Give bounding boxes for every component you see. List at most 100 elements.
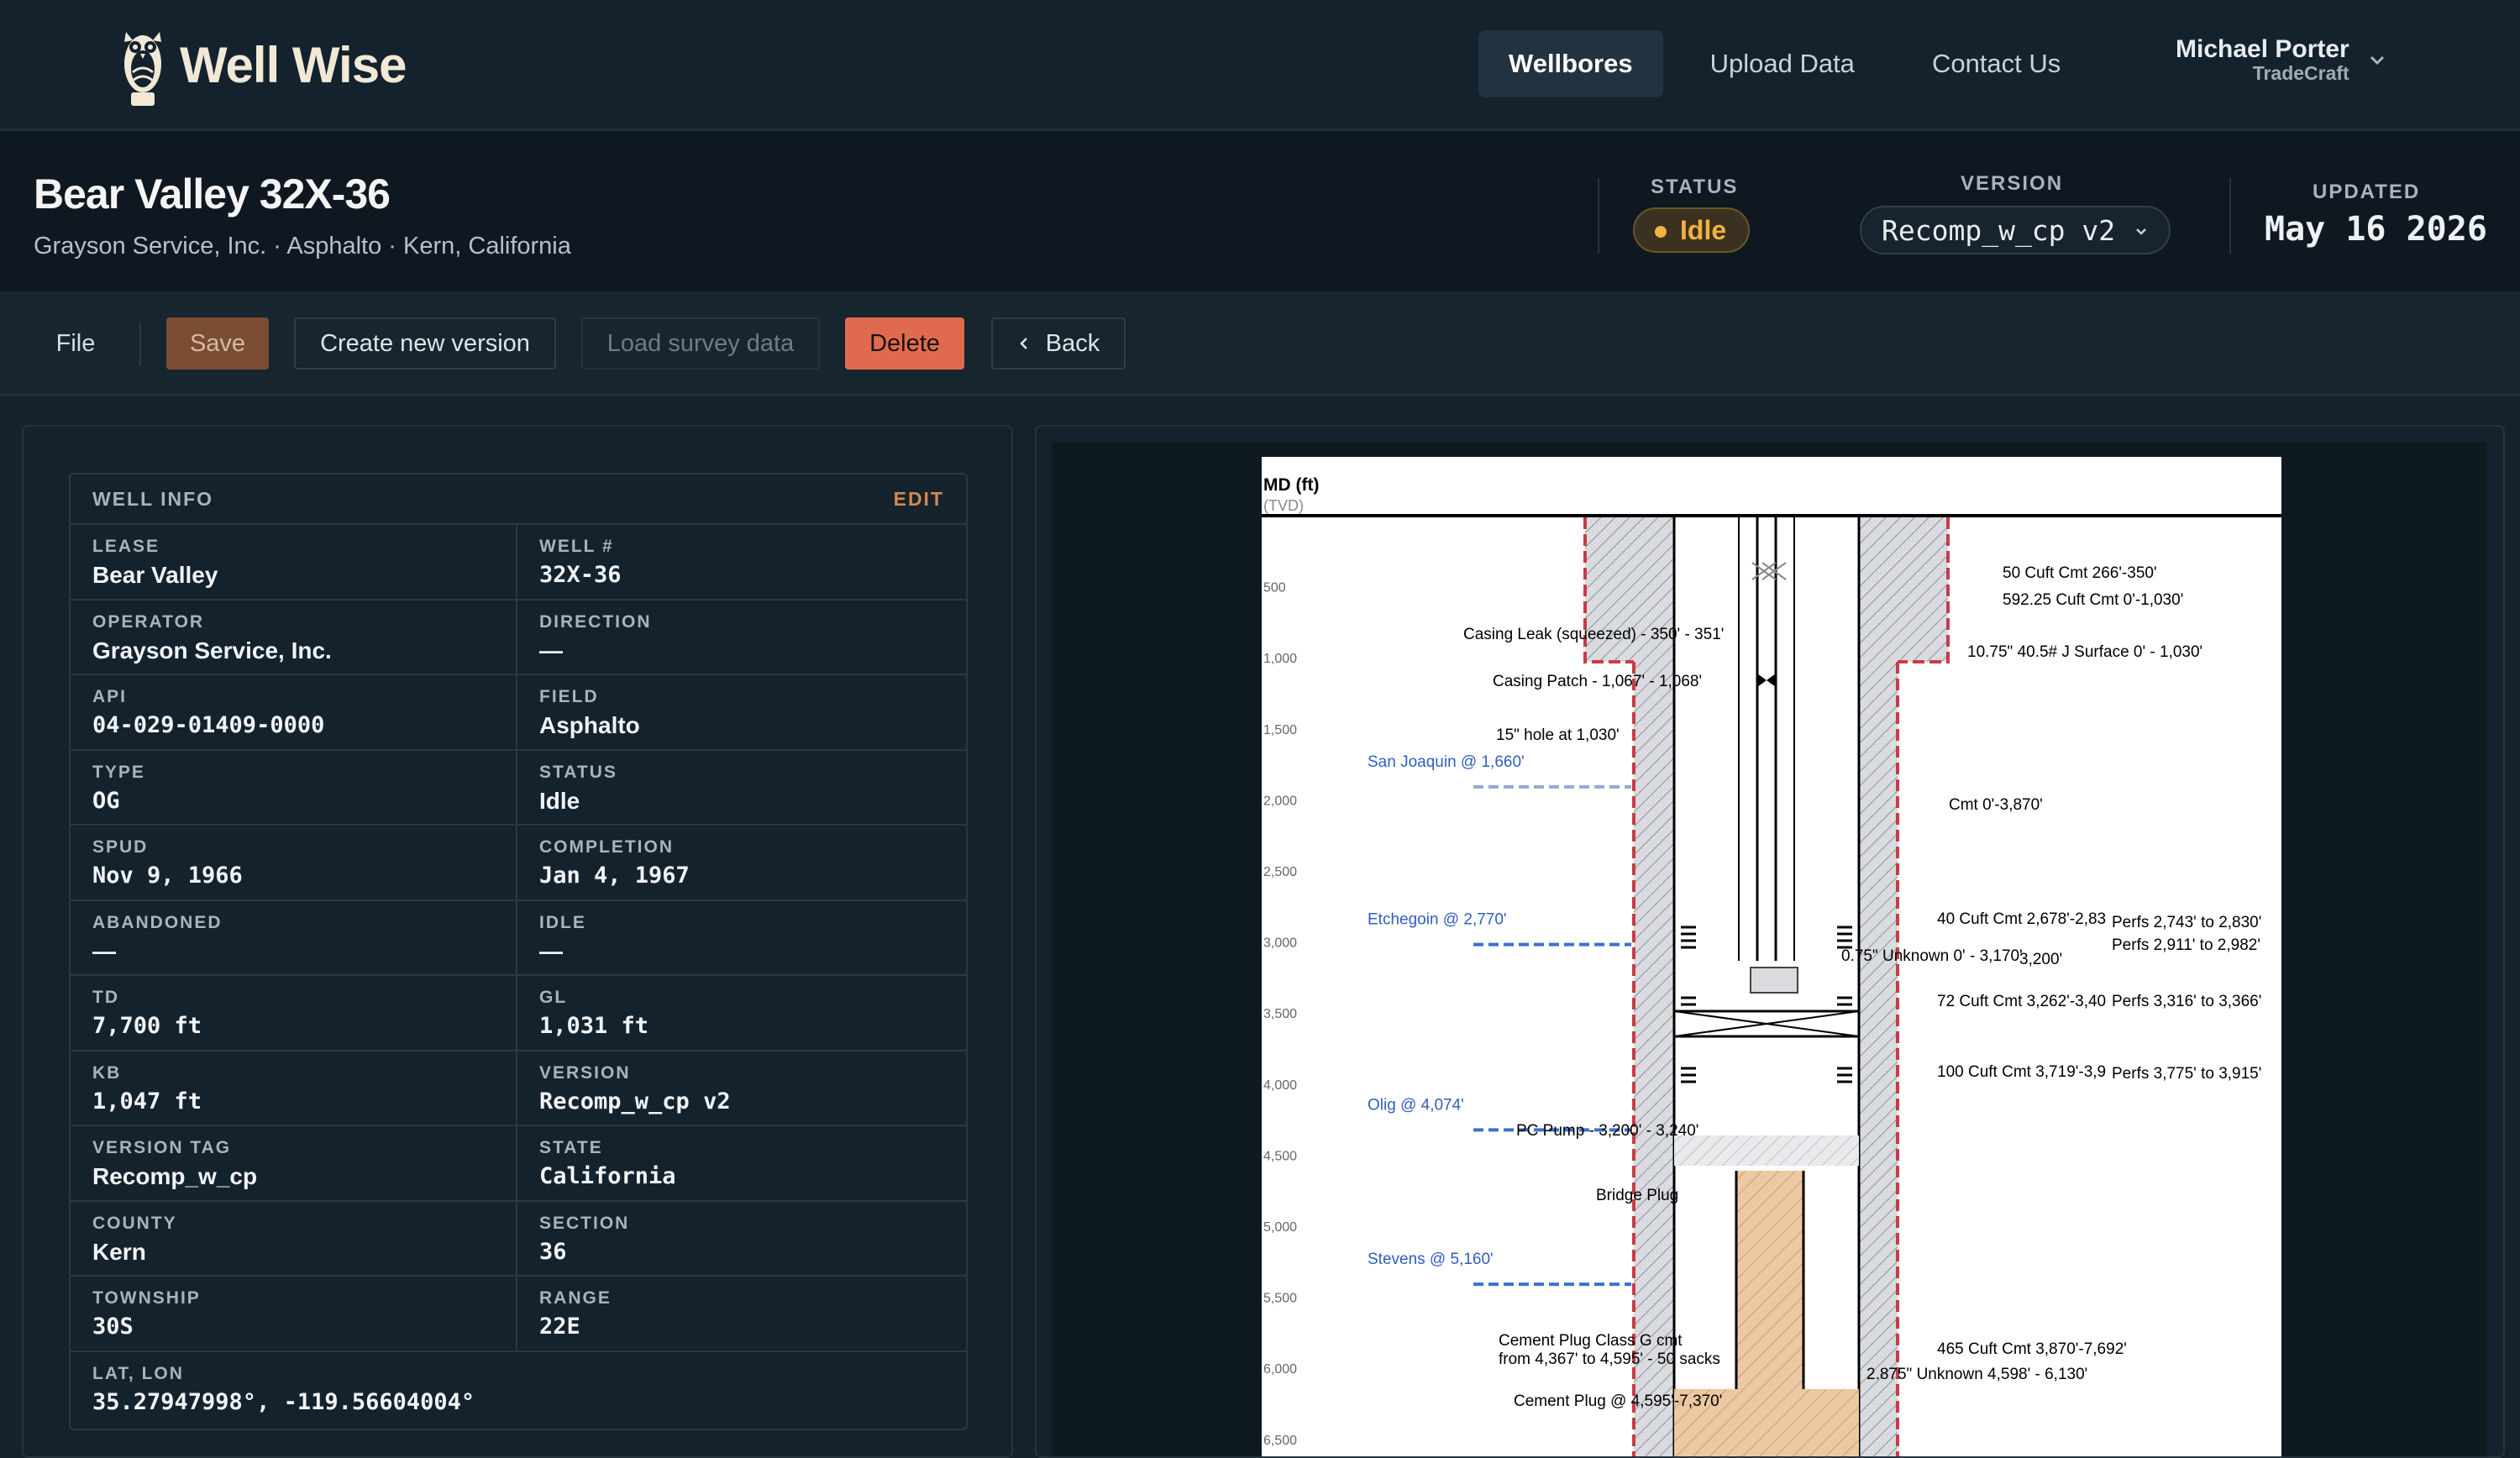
field-value: 7,700 ft — [92, 1013, 202, 1039]
formation-label: Stevens @ 5,160' — [1368, 1251, 1494, 1268]
well-info-header: WELL INFO EDIT — [71, 475, 966, 525]
axis-subtitle: (TVD) — [1263, 497, 1304, 514]
field-value: OG — [92, 787, 120, 814]
back-label: Back — [1045, 329, 1100, 357]
pc-pump — [1674, 1135, 1859, 1166]
depth-tick-label: 1,500 — [1263, 723, 1297, 737]
file-menu-button[interactable]: File — [34, 317, 118, 370]
well-info-field: STATUS Idle — [517, 751, 966, 826]
field-value: Asphalto — [539, 712, 640, 738]
nav-contact-us[interactable]: Contact Us — [1902, 30, 2091, 97]
updated-label: UPDATED — [2313, 181, 2421, 203]
main-nav: Wellbores Upload Data Contact Us — [1478, 30, 2091, 97]
chevron-down-icon[interactable] — [2367, 50, 2387, 71]
annotation-right-5: Perfs 2,743' to 2,830' — [2112, 914, 2261, 931]
depth-tick-label: 500 — [1263, 581, 1286, 595]
well-info-field: DIRECTION — — [517, 601, 966, 675]
annotation-cement-plug-range: from 4,367' to 4,595' - 50 sacks — [1499, 1350, 1720, 1368]
well-info-field: OPERATOR Grayson Service, Inc. — [71, 600, 517, 675]
field-label: VERSION TAG — [92, 1138, 232, 1157]
well-info-field: RANGE 22E — [517, 1277, 966, 1352]
toolbar: File Save Create new version Load survey… — [0, 291, 2520, 396]
annotation-casing-leak: Casing Leak (squeezed) - 350' - 351' — [1463, 626, 1724, 643]
annotation-cement-plug-lower: Cement Plug @ 4,595'-7,370' — [1514, 1392, 1722, 1410]
well-info-field: VERSION Recomp_w_cp v2 — [517, 1052, 966, 1126]
well-info-field: ABANDONED — — [71, 900, 517, 976]
user-name: Michael Porter — [2176, 35, 2349, 63]
well-info-field: WELL # 32X-36 — [517, 525, 966, 601]
annotation-right-2: 10.75" 40.5# J Surface 0' - 1,030' — [1967, 643, 2202, 661]
perforations — [1681, 926, 1852, 1083]
field-label: WELL # — [539, 537, 614, 556]
save-button[interactable]: Save — [166, 317, 269, 370]
nav-wellbores[interactable]: Wellbores — [1478, 30, 1663, 97]
field-label: VERSION — [539, 1062, 631, 1083]
depth-tick-label: 4,000 — [1263, 1078, 1297, 1093]
field-label: ABANDONED — [92, 912, 223, 932]
create-new-version-button[interactable]: Create new version — [294, 317, 556, 370]
user-org: TradeCraft — [2252, 62, 2349, 84]
annotation-right-9: 72 Cuft Cmt 3,262'-3,40 — [1937, 993, 2106, 1010]
depth-tick-label: 4,500 — [1263, 1149, 1297, 1163]
annotation-right-10: Perfs 3,316' to 3,366' — [2112, 993, 2261, 1010]
well-info-field: COMPLETION Jan 4, 1967 — [517, 826, 966, 901]
field-value: — — [539, 937, 563, 964]
well-info-latlon: LAT, LON 35.27947998°, -119.56604004° — [71, 1352, 966, 1428]
field-value: Recomp_w_cp v2 — [539, 1088, 731, 1114]
depth-tick-label: 1,000 — [1263, 652, 1297, 666]
nav-upload-data[interactable]: Upload Data — [1680, 30, 1885, 97]
field-value: 35.27947998°, -119.56604004° — [92, 1388, 475, 1415]
well-info-panel: WELL INFO EDIT LEASE Bear Valley WELL # 32X… — [22, 425, 1013, 1458]
field-value: Recomp_w_cp — [92, 1163, 258, 1189]
back-button[interactable]: Back — [991, 317, 1126, 370]
edit-well-info-button[interactable]: EDIT — [894, 488, 944, 511]
well-info-field: TOWNSHIP 30S — [71, 1277, 517, 1352]
owl-icon — [124, 32, 161, 106]
annotation-right-7: 0.75" Unknown 0' - 3,170' — [1841, 947, 2023, 965]
formation-label: Olig @ 4,074' — [1368, 1096, 1464, 1114]
wellbore-schematic: MD (ft) (TVD) 500 1,000 1,500 2,000 2,500 3,0… — [1262, 475, 2281, 1456]
depth-tick-label: 6,500 — [1263, 1434, 1297, 1448]
field-value: 36 — [539, 1238, 567, 1265]
top-nav: Well Wise Wellbores Upload Data Contact … — [0, 0, 2520, 130]
depth-tick-label: 3,000 — [1263, 936, 1297, 951]
version-select[interactable]: Recomp_w_cp v2 — [1860, 206, 2171, 254]
annotation-right-0: 50 Cuft Cmt 266'-350' — [2003, 564, 2157, 582]
depth-tick-label: 3,500 — [1263, 1007, 1297, 1021]
annotation-right-4: 40 Cuft Cmt 2,678'-2,83 — [1937, 910, 2106, 928]
status-badge: Idle — [1633, 207, 1751, 253]
field-value: 22E — [539, 1314, 580, 1340]
field-label: GL — [539, 988, 568, 1007]
annotation-cement-plug-class: Cement Plug Class G cmt — [1499, 1332, 1683, 1350]
field-value: Bear Valley — [92, 562, 218, 588]
field-label: COMPLETION — [539, 837, 674, 857]
well-info-title: WELL INFO — [92, 487, 214, 510]
app-logo[interactable]: Well Wise — [118, 18, 407, 111]
field-value: Idle — [539, 787, 580, 814]
wellbore-diagram-panel: MD (ft) (TVD) 500 1,000 1,500 2,000 2,500 3,0… — [1035, 425, 2505, 1458]
chevron-left-icon — [1019, 338, 1027, 349]
load-survey-data-button[interactable]: Load survey data — [581, 317, 820, 370]
delete-button[interactable]: Delete — [845, 317, 964, 370]
well-info-card: WELL INFO EDIT LEASE Bear Valley WELL # 32X… — [69, 473, 968, 1430]
user-menu[interactable]: Michael Porter TradeCraft — [2176, 35, 2349, 85]
field-label: FIELD — [539, 687, 599, 706]
well-header: Bear Valley 32X-36 Grayson Service, Inc.… — [0, 132, 2520, 291]
field-label: OPERATOR — [92, 611, 205, 632]
well-info-field: TD 7,700 ft — [71, 976, 517, 1052]
updated-value: May 16 2026 — [2265, 210, 2487, 249]
well-info-field: SPUD Nov 9, 1966 — [71, 826, 517, 901]
field-label: IDLE — [539, 912, 586, 932]
field-label: TYPE — [92, 762, 145, 782]
annotation-right-3: Cmt 0'-3,870' — [1949, 796, 2043, 814]
field-value: California — [539, 1163, 676, 1189]
annotation-pc-pump: PC Pump - 3,200' - 3,240' — [1516, 1122, 1698, 1140]
status-value: Idle — [1680, 214, 1727, 245]
field-value: Jan 4, 1967 — [539, 863, 690, 889]
well-info-field: GL 1,031 ft — [517, 976, 966, 1052]
field-label: DIRECTION — [539, 611, 652, 632]
status-label: STATUS — [1651, 176, 1739, 198]
wellbore-diagram: MD (ft) (TVD) 500 1,000 1,500 2,000 2,500 3,0… — [1262, 457, 2281, 1456]
annotation-right-6: Perfs 2,911' to 2,982' — [2112, 936, 2260, 954]
well-info-field: IDLE — — [517, 901, 966, 976]
